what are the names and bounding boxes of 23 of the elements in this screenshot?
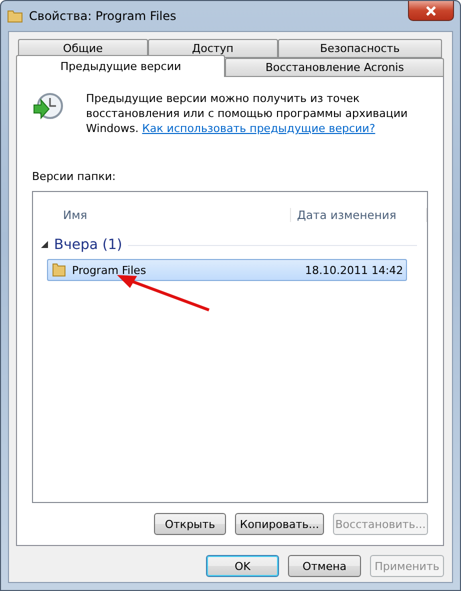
dialog-button[interactable]: OK <box>206 555 279 577</box>
file-name: Program Files <box>72 264 148 276</box>
tab[interactable]: Безопасность <box>278 39 442 58</box>
folder-icon <box>7 9 23 23</box>
action-button[interactable]: Открыть <box>154 513 226 535</box>
dialog-button[interactable]: Отмена <box>288 555 361 577</box>
close-button[interactable] <box>408 1 454 21</box>
list-label: Версии папки: <box>32 170 117 183</box>
description-text: Предыдущие версии можно получить из точек восстановления или с помощью программы архивации Windows. Как использовать предыдущие версии? <box>86 91 409 136</box>
tab[interactable]: Восстановление Acronis <box>225 58 444 77</box>
tab[interactable]: Доступ <box>148 39 278 58</box>
help-link[interactable]: Как использовать предыдущие версии? <box>142 122 376 135</box>
column-header[interactable]: Дата изменения <box>290 208 427 222</box>
tab[interactable]: Предыдущие версии <box>16 55 226 77</box>
close-icon <box>426 6 436 16</box>
window-title: Свойства: Program Files <box>29 9 178 23</box>
group-title[interactable]: Вчера (1) <box>54 237 122 253</box>
version-row[interactable]: Program Files 18.10.2011 14:42 <box>47 259 407 281</box>
column-header[interactable]: Имя <box>33 208 291 222</box>
modified-date: 18.10.2011 14:42 <box>305 264 404 276</box>
action-button[interactable]: Копировать... <box>235 513 324 535</box>
collapse-icon[interactable] <box>41 240 48 250</box>
folder-icon <box>52 263 66 277</box>
